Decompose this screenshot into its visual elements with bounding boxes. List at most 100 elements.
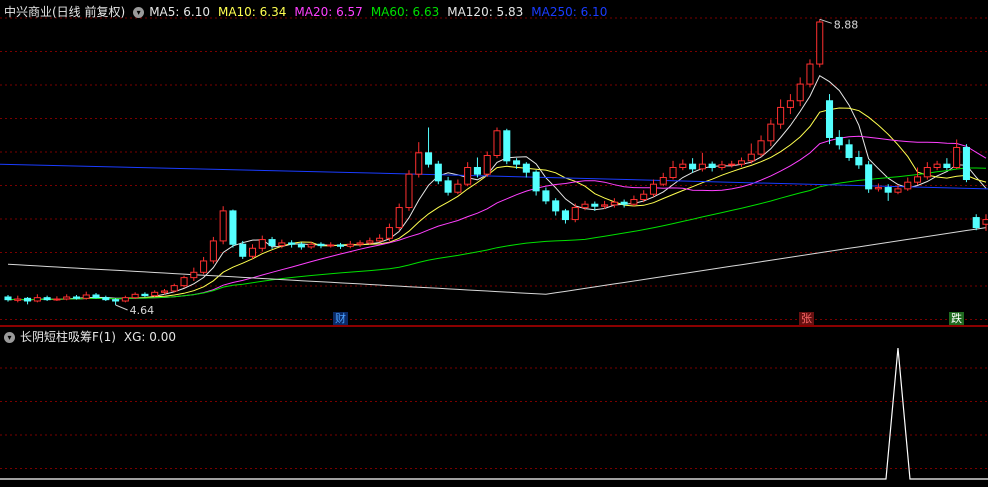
candle[interactable] — [561, 208, 569, 224]
candle[interactable] — [336, 242, 345, 249]
candle[interactable] — [102, 295, 110, 301]
candle[interactable] — [933, 160, 941, 171]
candle[interactable] — [258, 235, 266, 252]
candle[interactable] — [835, 130, 843, 150]
candle[interactable] — [209, 236, 217, 264]
candle[interactable] — [747, 143, 755, 164]
candle[interactable] — [874, 183, 882, 192]
candle[interactable] — [689, 158, 697, 173]
candle[interactable] — [552, 198, 560, 216]
candle[interactable] — [464, 162, 472, 187]
candle[interactable] — [434, 160, 442, 185]
candle[interactable] — [532, 170, 540, 196]
candle[interactable] — [190, 267, 198, 281]
candle[interactable] — [14, 295, 22, 303]
candle[interactable] — [405, 170, 413, 211]
candle[interactable] — [737, 157, 746, 167]
candle[interactable] — [962, 144, 970, 183]
ma120-value: MA120: 5.83 — [447, 5, 524, 19]
settings-dropdown-icon[interactable]: ▾ — [133, 6, 145, 18]
candle[interactable] — [757, 135, 765, 157]
candlestick-chart[interactable]: 8.88 4.64 — [0, 0, 988, 325]
candle[interactable] — [151, 290, 159, 297]
candle[interactable] — [708, 161, 716, 172]
candle[interactable] — [503, 128, 511, 165]
candle[interactable] — [121, 295, 129, 303]
candle[interactable] — [170, 283, 178, 293]
candle[interactable] — [620, 199, 628, 208]
marker-die[interactable]: 跌 — [949, 312, 964, 326]
candle[interactable] — [698, 152, 706, 172]
candle[interactable] — [855, 150, 863, 169]
candle[interactable] — [415, 142, 423, 178]
indicator-chart[interactable] — [0, 325, 988, 483]
candle[interactable] — [659, 172, 667, 187]
candle[interactable] — [767, 119, 775, 147]
marker-cai[interactable]: 财 — [333, 312, 348, 326]
ma20-line — [7, 135, 987, 301]
candle[interactable] — [943, 158, 951, 171]
candle[interactable] — [865, 160, 873, 193]
candle[interactable] — [297, 242, 305, 250]
candle[interactable] — [376, 234, 384, 243]
candle[interactable] — [669, 160, 677, 180]
candle[interactable] — [43, 295, 51, 301]
candle-body — [434, 163, 442, 182]
candle[interactable] — [63, 294, 71, 301]
candle[interactable] — [904, 177, 912, 191]
candle[interactable] — [327, 242, 335, 248]
candle[interactable] — [395, 203, 403, 231]
candle[interactable] — [777, 99, 785, 129]
candle[interactable] — [425, 127, 433, 168]
candle[interactable] — [923, 162, 931, 180]
stock-title: 中兴商业(日线 前复权) — [4, 5, 126, 19]
candle[interactable] — [914, 167, 922, 185]
candle[interactable] — [200, 256, 208, 275]
candle[interactable] — [493, 127, 501, 159]
candle[interactable] — [346, 240, 354, 249]
candle[interactable] — [473, 157, 481, 178]
candle[interactable] — [180, 275, 188, 288]
candle[interactable] — [542, 187, 550, 205]
candle[interactable] — [131, 292, 139, 299]
candle[interactable] — [825, 94, 834, 145]
candle[interactable] — [112, 298, 120, 305]
candle[interactable] — [845, 139, 853, 161]
candle-body — [63, 296, 71, 300]
candle[interactable] — [356, 240, 364, 247]
candle[interactable] — [24, 296, 32, 305]
candle[interactable] — [972, 214, 980, 231]
candle[interactable] — [522, 162, 530, 178]
price-chart-panel[interactable]: 8.88 4.64 — [0, 0, 988, 325]
candle-body — [825, 100, 834, 138]
candle[interactable] — [679, 159, 687, 171]
candle[interactable] — [483, 151, 491, 177]
candle[interactable] — [796, 77, 804, 107]
candle[interactable] — [385, 223, 393, 241]
candle[interactable] — [82, 291, 90, 300]
candle[interactable] — [92, 292, 100, 299]
candle[interactable] — [806, 59, 814, 88]
indicator-panel[interactable] — [0, 325, 988, 483]
candle[interactable] — [649, 179, 658, 197]
candle[interactable] — [288, 240, 296, 248]
candle[interactable] — [317, 242, 325, 249]
indicator-dropdown-icon[interactable]: ▾ — [4, 331, 15, 343]
candle[interactable] — [718, 160, 726, 171]
candle-body — [376, 237, 384, 242]
candle[interactable] — [728, 160, 736, 168]
candle[interactable] — [219, 206, 227, 245]
candle-body — [816, 21, 824, 65]
candle[interactable] — [248, 244, 257, 259]
candle[interactable] — [816, 19, 824, 68]
candle[interactable] — [33, 294, 41, 303]
candle[interactable] — [229, 209, 237, 248]
candle[interactable] — [4, 294, 12, 302]
candle[interactable] — [630, 195, 638, 207]
candle[interactable] — [444, 176, 452, 196]
candle[interactable] — [454, 179, 462, 195]
candle[interactable] — [786, 94, 794, 115]
candle[interactable] — [141, 292, 149, 297]
candle[interactable] — [53, 296, 61, 301]
marker-zhang[interactable]: 张 — [799, 312, 814, 326]
